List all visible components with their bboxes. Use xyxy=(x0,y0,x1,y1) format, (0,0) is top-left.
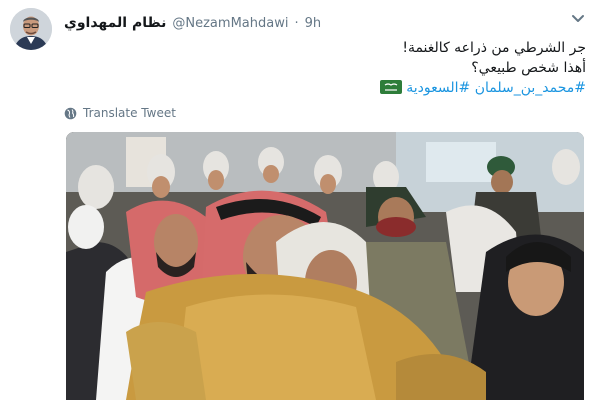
translate-tweet[interactable]: Translate Tweet xyxy=(64,105,176,121)
saudi-flag-emoji xyxy=(379,80,402,94)
user-handle[interactable]: @NezamMahdawi xyxy=(172,16,288,31)
tweet-text-line-2: أهذا شخص طبيعي؟ xyxy=(471,60,586,76)
timestamp[interactable]: 9h xyxy=(305,16,322,31)
hashtag-line: #محمد_بن_سلمان #السعودية xyxy=(166,78,586,98)
avatar[interactable] xyxy=(10,8,52,50)
header-separator: · xyxy=(294,15,299,31)
tweet-card[interactable]: نظام المهداوي @NezamMahdawi · 9h جر الشر… xyxy=(0,0,600,400)
chevron-down-icon[interactable] xyxy=(571,14,585,24)
hashtag-link[interactable]: #السعودية xyxy=(406,80,470,96)
globe-icon xyxy=(64,107,77,119)
hashtag-link[interactable]: #محمد_بن_سلمان xyxy=(475,80,586,96)
video-thumbnail[interactable] xyxy=(66,132,584,400)
tweet-header: نظام المهداوي @NezamMahdawi · 9h xyxy=(64,13,321,33)
tweet-text: جر الشرطي من ذراعه كالغنمة! أهذا شخص طبي… xyxy=(166,38,586,98)
translate-label: Translate Tweet xyxy=(83,106,176,120)
tweet-text-line-1: جر الشرطي من ذراعه كالغنمة! xyxy=(402,40,586,56)
display-name[interactable]: نظام المهداوي xyxy=(64,15,166,31)
